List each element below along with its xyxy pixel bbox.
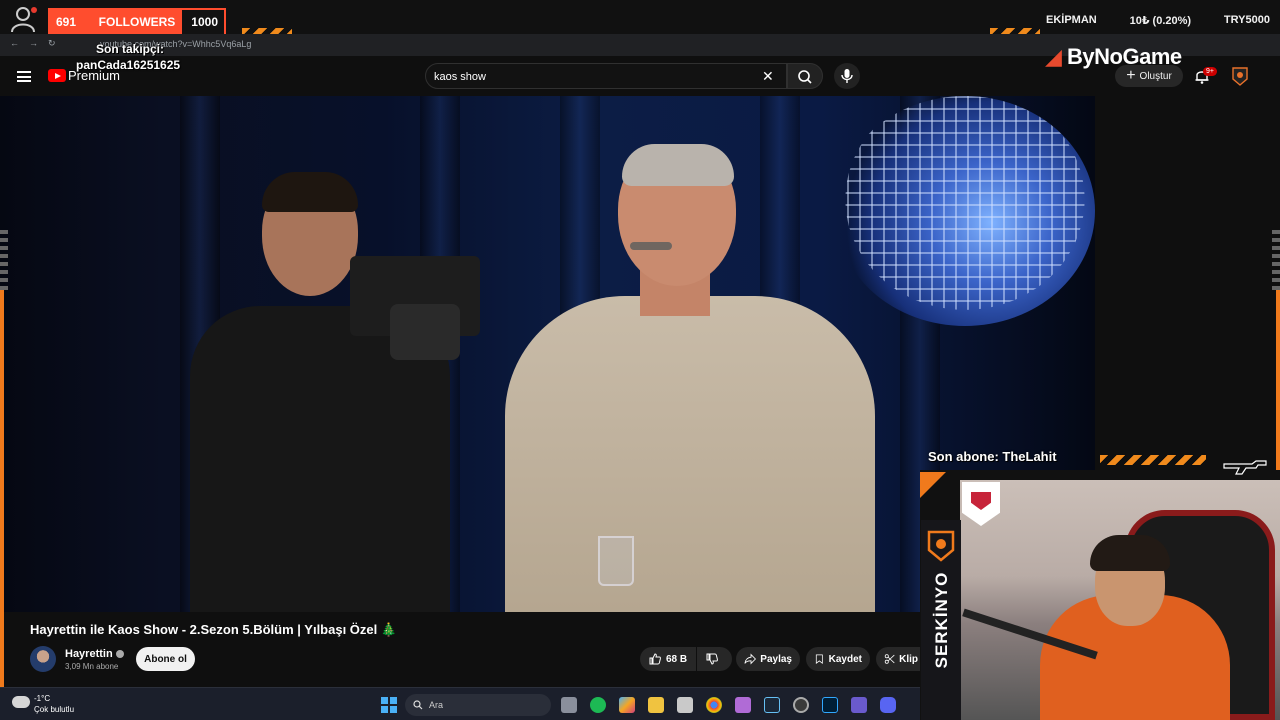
decor-orange-edge-left <box>0 290 4 690</box>
last-follower-label: Son takipçi: <box>96 42 165 56</box>
thumbs-down-icon <box>706 653 718 665</box>
taskbar-search-placeholder: Ara <box>429 700 444 710</box>
decor-edge-left <box>0 230 8 290</box>
last-subscriber-label: Son abone: TheLahit <box>928 449 1057 464</box>
followers-goal-box: 691 FOLLOWERS 1000 <box>48 8 226 36</box>
decor-stripes-subscriber <box>1100 455 1206 465</box>
chrome-icon[interactable] <box>706 697 722 713</box>
photoshop-icon[interactable] <box>822 697 838 713</box>
followers-goal: 1000 <box>182 10 224 34</box>
save-button[interactable]: Kaydet <box>806 647 870 671</box>
steam-icon[interactable] <box>764 697 780 713</box>
search-bar <box>425 63 787 89</box>
weather-temperature: -1°C <box>34 694 51 703</box>
clear-search-icon[interactable]: ✕ <box>762 68 774 85</box>
verified-icon <box>115 650 124 659</box>
profile-avatar[interactable] <box>1230 66 1250 86</box>
share-button[interactable]: Paylaş <box>736 647 800 671</box>
video-title: Hayrettin ile Kaos Show - 2.Sezon 5.Bölü… <box>30 622 398 637</box>
presenter-moustache <box>630 242 672 250</box>
taskbar-search[interactable]: Ara <box>405 694 551 716</box>
bynogame-logo: ◢ ByNoGame <box>1045 44 1182 70</box>
menu-icon[interactable] <box>17 71 31 82</box>
microphone-icon <box>841 69 853 83</box>
scissors-icon <box>884 654 895 664</box>
create-label: Oluştur <box>1139 70 1172 82</box>
copilot-icon[interactable] <box>619 697 635 713</box>
search-button[interactable] <box>787 63 823 89</box>
bynogame-mark-icon: ◢ <box>1045 44 1062 69</box>
obs-icon[interactable] <box>793 697 809 713</box>
notification-badge: 9+ <box>1203 67 1217 76</box>
like-count: 68 B <box>666 653 688 665</box>
ticker-try: TRY5000 <box>1223 14 1270 26</box>
windows-start-icon[interactable] <box>381 697 397 713</box>
discord-icon[interactable] <box>880 697 896 713</box>
store-icon[interactable] <box>677 697 693 713</box>
camera-lens <box>390 304 460 360</box>
decor-edge-right <box>1272 230 1280 290</box>
search-icon <box>413 700 423 710</box>
share-icon <box>744 653 757 665</box>
ticker-ekipman: EKİPMAN <box>1046 14 1097 26</box>
spotify-icon[interactable] <box>590 697 606 713</box>
weather-widget[interactable]: -1°C Çok bulutlu <box>12 693 82 717</box>
bynogame-wordmark: ByNoGame <box>1067 44 1182 69</box>
photos-icon[interactable] <box>735 697 751 713</box>
channel-name[interactable]: Hayrettin <box>65 648 113 660</box>
user-icon <box>11 7 37 33</box>
save-label: Kaydet <box>828 653 862 665</box>
presenter-hair <box>622 144 734 186</box>
followers-label: FOLLOWERS <box>98 15 176 29</box>
streamer-name: SERKİNYO <box>932 571 951 669</box>
task-view-icon[interactable] <box>561 697 577 713</box>
cloud-icon <box>12 696 30 708</box>
search-icon <box>798 70 812 84</box>
rifle-icon <box>1223 460 1267 475</box>
followers-count: 691 <box>56 15 77 29</box>
webcam-feed <box>960 480 1280 720</box>
subscriber-count: 3,09 Mn abone <box>65 662 119 671</box>
thumbs-up-icon <box>649 653 661 665</box>
share-label: Paylaş <box>760 653 792 665</box>
voice-search-button[interactable] <box>834 63 860 89</box>
streamer-logo-icon <box>927 530 955 562</box>
clip-label: Klip <box>899 653 918 665</box>
subscribe-button[interactable]: Abone ol <box>136 647 195 671</box>
channel-name-row[interactable]: Hayrettin <box>65 648 124 660</box>
youtube-logo-icon[interactable] <box>48 69 66 82</box>
ticker-change: 10₺ (0.20%) <box>1129 14 1192 27</box>
last-follower-name: panCada16251625 <box>76 58 181 72</box>
browser-nav-buttons[interactable]: ←→↻ <box>10 38 66 49</box>
drinking-glass <box>598 536 634 586</box>
clip-button[interactable]: Klip <box>876 647 926 671</box>
cameraman-hair <box>262 172 358 212</box>
streamer-hair <box>1090 535 1170 571</box>
search-input[interactable] <box>434 68 754 86</box>
dislike-button[interactable] <box>697 647 732 671</box>
app-icon[interactable] <box>851 697 867 713</box>
like-button[interactable]: 68 B <box>640 647 696 671</box>
windows-taskbar: -1°C Çok bulutlu Ara <box>0 687 925 720</box>
channel-avatar[interactable] <box>30 646 56 672</box>
file-explorer-icon[interactable] <box>648 697 664 713</box>
bookmark-icon <box>815 654 823 664</box>
presenter-figure <box>505 296 875 612</box>
streamer-name-banner: SERKİNYO <box>921 520 961 720</box>
weather-description: Çok bulutlu <box>34 705 75 714</box>
